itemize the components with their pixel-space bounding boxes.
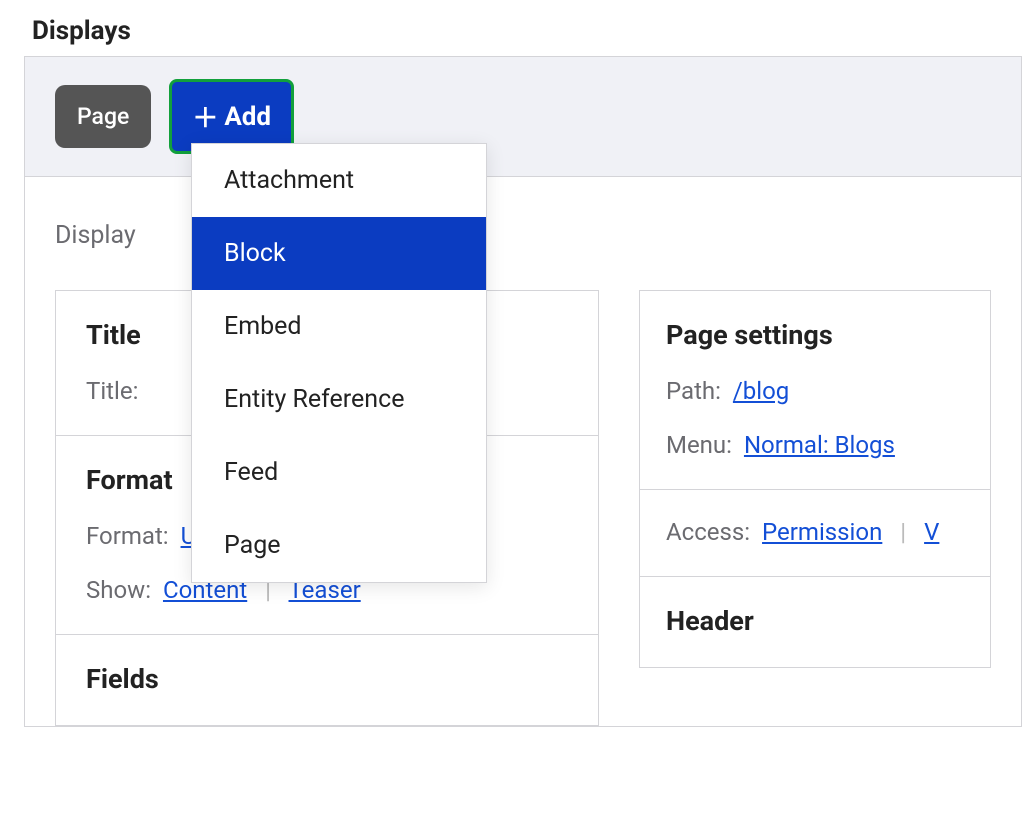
access-label: Access:	[666, 518, 750, 546]
access-value-link[interactable]: Permission	[762, 518, 882, 546]
path-label: Path:	[666, 377, 721, 405]
page-settings-heading: Page settings	[666, 319, 964, 351]
access-extra-link[interactable]: V	[924, 518, 939, 546]
display-tabs-bar: Page ＋ Add Attachment Block Embed Entity…	[25, 57, 1021, 177]
page-settings-section: Page settings Path: /blog Menu: Normal: …	[640, 291, 990, 490]
header-section: Header	[640, 577, 990, 667]
fields-heading: Fields	[86, 663, 568, 695]
displays-container: Page ＋ Add Attachment Block Embed Entity…	[24, 56, 1022, 727]
menu-label: Menu:	[666, 431, 732, 459]
menu-value-link[interactable]: Normal: Blogs	[744, 431, 895, 459]
tab-page[interactable]: Page	[55, 85, 151, 148]
dropdown-item-attachment[interactable]: Attachment	[192, 144, 486, 217]
add-display-dropdown: Attachment Block Embed Entity Reference …	[191, 143, 487, 583]
right-column: Page settings Path: /blog Menu: Normal: …	[639, 290, 991, 668]
page-title: Displays	[0, 0, 1022, 56]
display-content: Display Title Title: Format Format: Unfo…	[25, 177, 1021, 726]
add-button-label: Add	[224, 102, 271, 132]
dropdown-item-feed[interactable]: Feed	[192, 436, 486, 509]
header-heading: Header	[666, 605, 964, 637]
format-label: Format:	[86, 522, 169, 550]
path-value-link[interactable]: /blog	[733, 377, 789, 405]
title-label: Title:	[86, 377, 138, 405]
dropdown-item-embed[interactable]: Embed	[192, 290, 486, 363]
separator: |	[900, 518, 906, 546]
plus-icon: ＋	[192, 98, 218, 135]
dropdown-item-page[interactable]: Page	[192, 509, 486, 582]
dropdown-item-block[interactable]: Block	[192, 217, 486, 290]
access-section: Access: Permission | V	[640, 490, 990, 577]
fields-section: Fields	[56, 635, 598, 725]
dropdown-item-entity-reference[interactable]: Entity Reference	[192, 363, 486, 436]
show-label: Show:	[86, 576, 151, 604]
